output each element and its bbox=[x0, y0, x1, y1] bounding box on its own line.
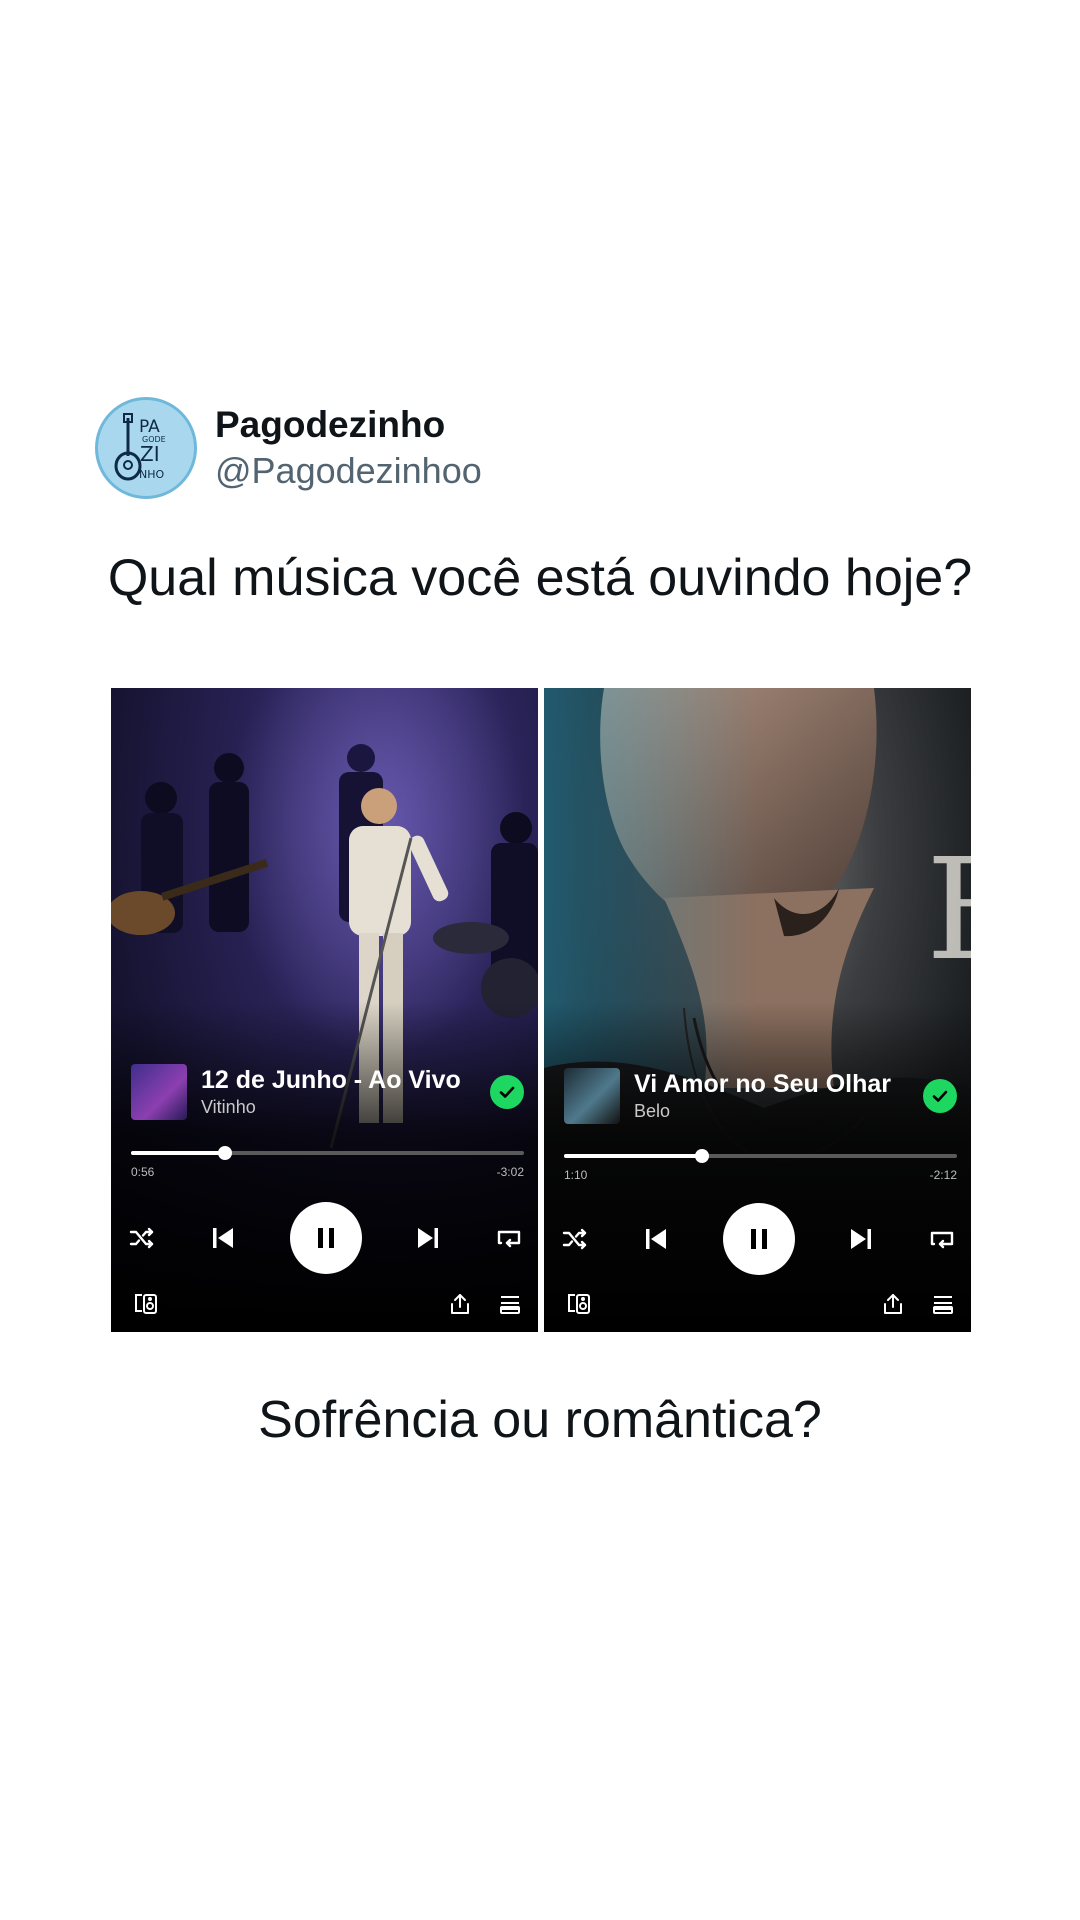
album-cover[interactable] bbox=[131, 1064, 187, 1120]
share-icon[interactable] bbox=[448, 1292, 472, 1316]
pause-button[interactable] bbox=[722, 1203, 795, 1275]
album-cover[interactable] bbox=[564, 1068, 620, 1124]
share-icon[interactable] bbox=[881, 1292, 905, 1316]
progress-bar[interactable] bbox=[564, 1149, 957, 1163]
bottom-shade bbox=[544, 1002, 971, 1332]
track-title[interactable]: 12 de Junho - Ao Vivo bbox=[201, 1065, 490, 1095]
queue-icon[interactable] bbox=[498, 1292, 522, 1316]
previous-icon[interactable] bbox=[208, 1223, 238, 1253]
user-handle[interactable]: @Pagodezinhoo bbox=[215, 448, 482, 494]
progress-bar[interactable] bbox=[131, 1146, 524, 1160]
playback-controls bbox=[127, 1202, 524, 1274]
tweet-caption: Sofrência ou romântica? bbox=[258, 1391, 822, 1449]
pause-button[interactable] bbox=[289, 1202, 362, 1274]
check-circle-icon[interactable] bbox=[923, 1079, 957, 1113]
previous-icon[interactable] bbox=[641, 1224, 671, 1254]
player-screenshots: 12 de Junho - Ao Vivo Vitinho 0:56 -3:02 bbox=[111, 688, 971, 1332]
elapsed-time: 0:56 bbox=[131, 1165, 155, 1179]
repeat-icon[interactable] bbox=[927, 1224, 957, 1254]
progress-handle[interactable] bbox=[694, 1149, 709, 1163]
pagodezinho-logo-icon: PA GODE ZI NHO bbox=[114, 413, 166, 481]
artist-name[interactable]: Vitinho bbox=[201, 1095, 490, 1119]
tweet-question: Qual música você está ouvindo hoje? bbox=[107, 549, 973, 607]
next-icon[interactable] bbox=[413, 1223, 443, 1253]
svg-text:PA: PA bbox=[139, 417, 160, 437]
progress-fill bbox=[564, 1154, 702, 1158]
shuffle-icon[interactable] bbox=[127, 1223, 157, 1253]
now-playing-row: 12 de Junho - Ao Vivo Vitinho bbox=[131, 1064, 524, 1120]
remaining-time: -3:02 bbox=[496, 1165, 524, 1179]
playback-controls bbox=[560, 1203, 957, 1275]
connect-device-icon[interactable] bbox=[133, 1292, 159, 1316]
connect-device-icon[interactable] bbox=[566, 1292, 592, 1316]
progress-fill bbox=[131, 1151, 226, 1155]
player-bottom-bar bbox=[566, 1292, 955, 1316]
player-panel-right: B Vi Amor no Seu Olhar Belo 1:10 -2:12 bbox=[544, 688, 971, 1332]
avatar[interactable]: PA GODE ZI NHO bbox=[95, 397, 197, 499]
elapsed-time: 1:10 bbox=[564, 1168, 588, 1182]
check-circle-icon[interactable] bbox=[490, 1075, 524, 1109]
player-bottom-bar bbox=[133, 1292, 522, 1316]
player-panel-left: 12 de Junho - Ao Vivo Vitinho 0:56 -3:02 bbox=[111, 688, 538, 1332]
time-row: 1:10 -2:12 bbox=[564, 1168, 957, 1182]
time-row: 0:56 -3:02 bbox=[131, 1165, 524, 1179]
now-playing-row: Vi Amor no Seu Olhar Belo bbox=[564, 1068, 957, 1124]
display-name[interactable]: Pagodezinho bbox=[215, 402, 482, 448]
queue-icon[interactable] bbox=[931, 1292, 955, 1316]
track-title[interactable]: Vi Amor no Seu Olhar bbox=[634, 1069, 923, 1099]
repeat-icon[interactable] bbox=[494, 1223, 524, 1253]
tweet-header: PA GODE ZI NHO Pagodezinho @Pagodezinhoo bbox=[95, 396, 482, 500]
remaining-time: -2:12 bbox=[929, 1168, 957, 1182]
svg-text:ZI: ZI bbox=[140, 442, 160, 466]
next-icon[interactable] bbox=[846, 1224, 876, 1254]
pause-icon bbox=[317, 1228, 334, 1248]
artist-name[interactable]: Belo bbox=[634, 1099, 923, 1123]
svg-text:NHO: NHO bbox=[139, 468, 165, 481]
shuffle-icon[interactable] bbox=[560, 1224, 590, 1254]
svg-text:B: B bbox=[926, 829, 971, 992]
pause-icon bbox=[750, 1229, 767, 1249]
